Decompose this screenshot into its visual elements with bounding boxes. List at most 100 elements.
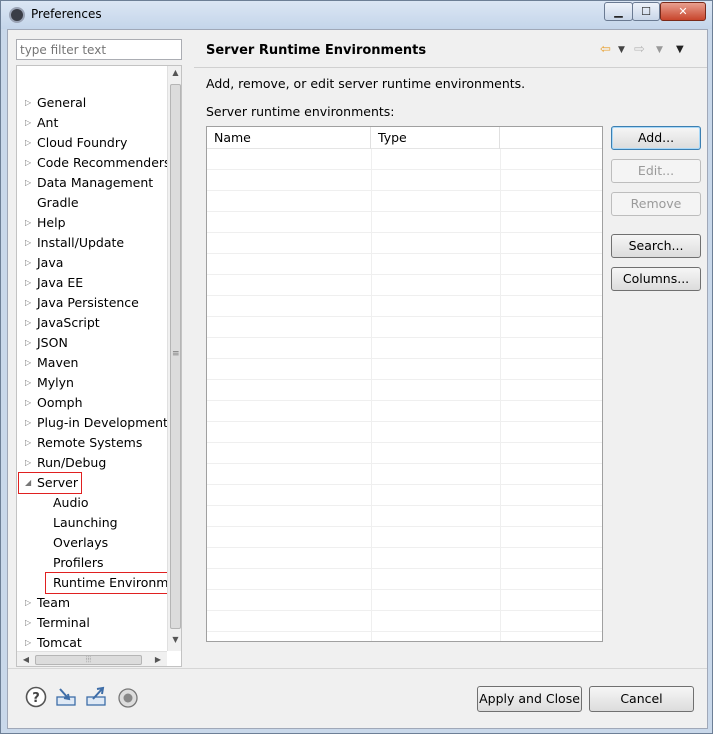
tree-item[interactable]: ▷ Install/Update — [17, 233, 177, 253]
table-row[interactable] — [207, 359, 602, 380]
tree-item[interactable]: ▷ Java EE — [17, 273, 177, 293]
table-row[interactable] — [207, 170, 602, 191]
table-row[interactable] — [207, 275, 602, 296]
scroll-down-icon[interactable]: ▼ — [168, 635, 181, 649]
tree-item[interactable]: ▷ Team — [17, 593, 177, 613]
horizontal-scroll-thumb[interactable]: ⦙⦙⦙ — [35, 655, 142, 665]
collapsed-arrow-icon[interactable]: ▷ — [25, 633, 35, 653]
column-header-type[interactable]: Type — [371, 127, 500, 149]
table-row[interactable] — [207, 380, 602, 401]
tree-item[interactable]: Audio — [17, 493, 177, 513]
tree-item[interactable]: ▷ JSON — [17, 333, 177, 353]
tree-item[interactable]: ▷ Plug-in Development — [17, 413, 177, 433]
tree-item[interactable]: ◢ Server — [18, 472, 82, 494]
tree-item[interactable]: ▷ JavaScript — [17, 313, 177, 333]
close-button[interactable]: ✕ — [660, 2, 706, 21]
table-row[interactable] — [207, 590, 602, 611]
minimize-button[interactable]: ▁ — [604, 2, 633, 21]
table-row[interactable] — [207, 485, 602, 506]
collapsed-arrow-icon[interactable]: ▷ — [25, 313, 35, 333]
filter-input[interactable] — [16, 39, 182, 60]
columns-button[interactable]: Columns... — [611, 267, 701, 291]
tree-item[interactable]: ▷ Remote Systems — [17, 433, 177, 453]
scroll-right-icon[interactable]: ▶ — [151, 653, 165, 666]
tree-vertical-scrollbar[interactable]: ▲ ≡ ▼ — [167, 66, 181, 651]
collapsed-arrow-icon[interactable]: ▷ — [25, 453, 35, 473]
tree-item[interactable]: ▷ Java Persistence — [17, 293, 177, 313]
column-header-name[interactable]: Name — [207, 127, 371, 149]
tree-item[interactable]: ▷ General — [17, 93, 177, 113]
expanded-arrow-icon[interactable]: ◢ — [25, 473, 35, 493]
table-row[interactable] — [207, 506, 602, 527]
apply-and-close-button[interactable]: Apply and Close — [477, 686, 582, 712]
collapsed-arrow-icon[interactable]: ▷ — [25, 233, 35, 253]
collapsed-arrow-icon[interactable]: ▷ — [25, 253, 35, 273]
tree-item[interactable]: Launching — [17, 513, 177, 533]
collapsed-arrow-icon[interactable]: ▷ — [25, 213, 35, 233]
forward-menu-icon[interactable]: ▼ — [656, 45, 663, 55]
forward-arrow-icon[interactable]: ⇨ — [634, 42, 645, 57]
tree-item[interactable]: ▷ Terminal — [17, 613, 177, 633]
table-row[interactable] — [207, 233, 602, 254]
collapsed-arrow-icon[interactable]: ▷ — [25, 333, 35, 353]
tree-item[interactable]: Gradle — [17, 193, 177, 213]
tree-item[interactable]: ▷ Maven — [17, 353, 177, 373]
tree-item[interactable]: ▷ Java — [17, 253, 177, 273]
column-header-empty[interactable] — [500, 127, 602, 149]
collapsed-arrow-icon[interactable]: ▷ — [25, 153, 35, 173]
tree-item[interactable]: Profilers — [17, 553, 177, 573]
search-button[interactable]: Search... — [611, 234, 701, 258]
tree-item[interactable]: ▷ Cloud Foundry — [17, 133, 177, 153]
tree-item[interactable]: ▷ Code Recommenders — [17, 153, 177, 173]
remove-button[interactable]: Remove — [611, 192, 701, 216]
table-row[interactable] — [207, 191, 602, 212]
table-row[interactable] — [207, 464, 602, 485]
tree-item[interactable]: ▷ Data Management — [17, 173, 177, 193]
collapsed-arrow-icon[interactable]: ▷ — [25, 113, 35, 133]
table-row[interactable] — [207, 527, 602, 548]
table-row[interactable] — [207, 254, 602, 275]
scroll-up-icon[interactable]: ▲ — [168, 68, 181, 82]
collapsed-arrow-icon[interactable]: ▷ — [25, 393, 35, 413]
table-row[interactable] — [207, 317, 602, 338]
tree-item[interactable]: ▷ Tomcat — [17, 633, 177, 653]
table-row[interactable] — [207, 212, 602, 233]
oomph-icon[interactable] — [118, 688, 140, 710]
tree-horizontal-scrollbar[interactable]: ◀ ⦙⦙⦙ ▶ — [17, 651, 167, 666]
view-menu-icon[interactable]: ▼ — [676, 44, 684, 55]
table-row[interactable] — [207, 149, 602, 170]
table-row[interactable] — [207, 611, 602, 632]
collapsed-arrow-icon[interactable]: ▷ — [25, 613, 35, 633]
collapsed-arrow-icon[interactable]: ▷ — [25, 353, 35, 373]
table-row[interactable] — [207, 422, 602, 443]
tree-item[interactable]: ▷ Help — [17, 213, 177, 233]
help-icon[interactable]: ? — [25, 686, 47, 708]
table-row[interactable] — [207, 338, 602, 359]
vertical-scroll-thumb[interactable]: ≡ — [170, 84, 181, 629]
collapsed-arrow-icon[interactable]: ▷ — [25, 173, 35, 193]
table-row[interactable] — [207, 548, 602, 569]
collapsed-arrow-icon[interactable]: ▷ — [25, 93, 35, 113]
tree-item[interactable]: Runtime Environme — [45, 572, 176, 594]
tree-item[interactable]: Overlays — [17, 533, 177, 553]
table-row[interactable] — [207, 443, 602, 464]
collapsed-arrow-icon[interactable]: ▷ — [25, 133, 35, 153]
collapsed-arrow-icon[interactable]: ▷ — [25, 273, 35, 293]
collapsed-arrow-icon[interactable]: ▷ — [25, 293, 35, 313]
collapsed-arrow-icon[interactable]: ▷ — [25, 373, 35, 393]
back-arrow-icon[interactable]: ⇦ — [600, 42, 611, 57]
collapsed-arrow-icon[interactable]: ▷ — [25, 593, 35, 613]
runtime-table[interactable]: Name Type — [206, 126, 603, 642]
tree-item[interactable]: ▷ Mylyn — [17, 373, 177, 393]
export-icon[interactable] — [85, 686, 107, 708]
scroll-left-icon[interactable]: ◀ — [19, 653, 33, 666]
maximize-button[interactable]: ☐ — [632, 2, 660, 21]
table-row[interactable] — [207, 401, 602, 422]
tree-item[interactable]: ▷ Run/Debug — [17, 453, 177, 473]
edit-button[interactable]: Edit... — [611, 159, 701, 183]
add-button[interactable]: Add... — [611, 126, 701, 150]
tree-item[interactable]: ▷ Oomph — [17, 393, 177, 413]
table-row[interactable] — [207, 296, 602, 317]
collapsed-arrow-icon[interactable]: ▷ — [25, 413, 35, 433]
import-icon[interactable] — [55, 686, 77, 708]
